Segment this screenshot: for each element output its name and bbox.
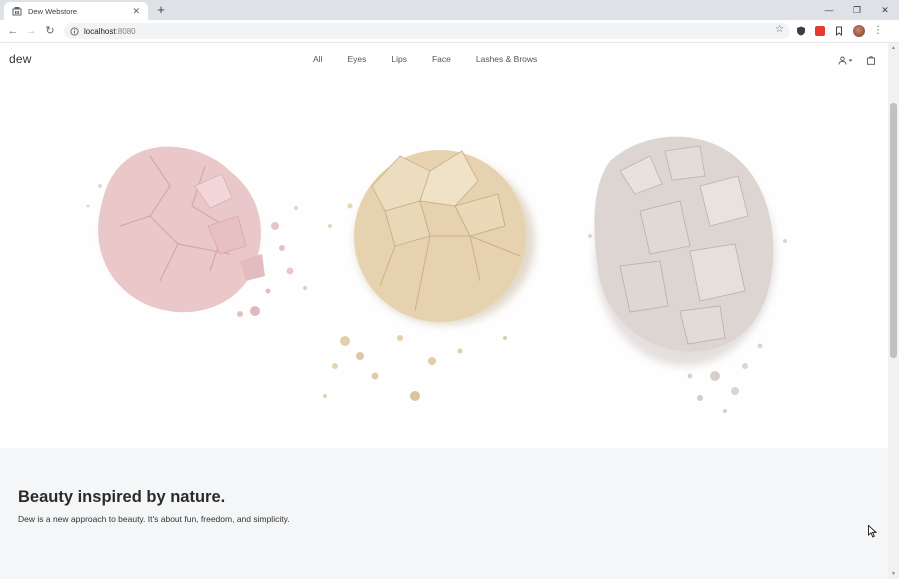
browser-tab[interactable]: Dew Webstore ✕ bbox=[4, 2, 148, 20]
header-icons bbox=[838, 55, 876, 65]
reload-icon[interactable]: ↻ bbox=[43, 24, 57, 38]
site-header: dew All Eyes Lips Face Lashes & Brows bbox=[0, 43, 888, 76]
hero-image bbox=[0, 76, 888, 448]
scrollbar-thumb[interactable] bbox=[890, 103, 897, 358]
cart-icon[interactable] bbox=[866, 55, 876, 65]
about-description: Dew is a new approach to beauty. It's ab… bbox=[18, 514, 290, 524]
menu-icon[interactable]: ⋮ bbox=[873, 26, 883, 36]
crushed-powder-illustration bbox=[86, 136, 787, 413]
nav-lashes-brows[interactable]: Lashes & Brows bbox=[476, 54, 537, 64]
profile-avatar[interactable] bbox=[853, 25, 865, 37]
nav-eyes[interactable]: Eyes bbox=[347, 54, 366, 64]
address-bar[interactable]: localhost:8080 ☆ bbox=[64, 23, 790, 39]
webpage: dew All Eyes Lips Face Lashes & Brows Be… bbox=[0, 43, 888, 579]
info-icon[interactable] bbox=[70, 26, 79, 36]
nav-all[interactable]: All bbox=[313, 54, 322, 64]
forward-icon[interactable]: → bbox=[24, 24, 38, 38]
new-tab-button[interactable]: + bbox=[154, 3, 168, 17]
tab-close-icon[interactable]: ✕ bbox=[132, 6, 140, 16]
account-icon[interactable] bbox=[838, 56, 854, 65]
store-favicon-icon bbox=[12, 7, 22, 16]
brand-logo[interactable]: dew bbox=[9, 52, 32, 66]
bookmark-extension-icon[interactable] bbox=[834, 26, 844, 36]
category-nav: All Eyes Lips Face Lashes & Brows bbox=[313, 54, 562, 64]
shield-extension-icon[interactable] bbox=[796, 26, 806, 36]
restore-icon[interactable]: ❐ bbox=[843, 0, 871, 20]
close-window-icon[interactable]: ✕ bbox=[871, 0, 899, 20]
browser-tab-strip: Dew Webstore ✕ + — ❐ ✕ bbox=[0, 0, 899, 20]
url-text: localhost:8080 bbox=[84, 27, 136, 36]
mouse-cursor-icon bbox=[868, 525, 877, 538]
extensions-area: ⋮ bbox=[796, 24, 883, 38]
about-title: Beauty inspired by nature. bbox=[18, 488, 226, 506]
pink-powder bbox=[86, 146, 307, 317]
scroll-up-icon[interactable]: ▲ bbox=[890, 45, 897, 51]
minimize-icon[interactable]: — bbox=[815, 0, 843, 20]
star-icon[interactable]: ☆ bbox=[775, 24, 784, 35]
nav-lips[interactable]: Lips bbox=[391, 54, 407, 64]
nav-face[interactable]: Face bbox=[432, 54, 451, 64]
browser-toolbar: ← → ↻ localhost:8080 ☆ ⋮ bbox=[0, 20, 899, 43]
window-controls: — ❐ ✕ bbox=[815, 0, 899, 20]
scroll-down-icon[interactable]: ▼ bbox=[890, 571, 897, 577]
url-port: :8080 bbox=[115, 26, 136, 36]
url-host: localhost bbox=[84, 26, 116, 36]
page-scrollbar[interactable]: ▲ ▼ bbox=[888, 43, 899, 579]
about-section: Beauty inspired by nature. Dew is a new … bbox=[0, 448, 888, 579]
beige-powder bbox=[323, 150, 535, 401]
tab-title: Dew Webstore bbox=[28, 6, 78, 16]
grey-powder bbox=[588, 136, 787, 413]
red-extension-icon[interactable] bbox=[815, 26, 825, 36]
back-icon[interactable]: ← bbox=[6, 24, 20, 38]
